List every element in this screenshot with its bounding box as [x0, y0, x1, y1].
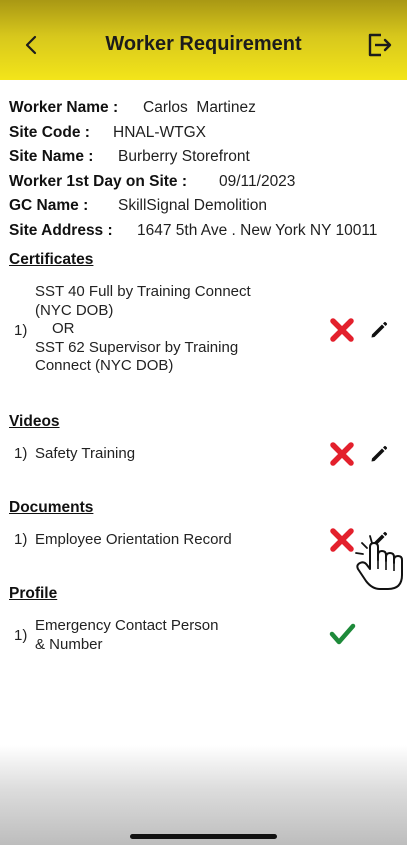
certificate-line-1: SST 40 Full by Training Connect [35, 283, 251, 300]
first-day-row: Worker 1st Day on Site : 09/11/2023 [9, 173, 401, 198]
first-day-value: 09/11/2023 [219, 172, 296, 190]
certificate-line-4: Connect (NYC DOB) [35, 357, 174, 374]
tap-hand-icon [355, 535, 403, 590]
gc-name-label: GC Name : [9, 197, 89, 214]
profile-line-1: Emergency Contact Person [35, 617, 219, 634]
item-number: 1) [14, 627, 28, 644]
first-day-label: Worker 1st Day on Site : [9, 172, 188, 190]
site-address-row: Site Address : 1647 5th Ave . New York NY… [9, 222, 401, 247]
site-name-label: Site Name : [9, 148, 94, 165]
check-icon [329, 623, 356, 645]
gc-name-value: SkillSignal Demolition [118, 197, 268, 214]
videos-heading: Videos [9, 413, 60, 430]
page-title: Worker Requirement [105, 33, 302, 55]
worker-name-label: Worker Name : [9, 99, 119, 116]
documents-heading: Documents [9, 499, 94, 516]
profile-text: Emergency Contact Person & Number [35, 617, 218, 654]
video-item: 1) Safety Training [0, 440, 407, 468]
worker-info: Worker Name : Carlos Martinez Site Code :… [9, 99, 401, 246]
video-label: Safety Training [35, 445, 136, 462]
document-item: 1) Employee Orientation Record [0, 526, 407, 554]
site-name-row: Site Name : Burberry Storefront [9, 148, 401, 173]
app-header: Worker Requirement [0, 0, 407, 80]
x-mark-icon [330, 442, 354, 466]
gc-name-row: GC Name : SkillSignal Demolition [9, 197, 401, 222]
site-address-label: Site Address : [9, 221, 113, 239]
profile-line-2: & Number [35, 635, 103, 653]
site-code-value: HNAL-WTGX [113, 123, 206, 141]
site-code-label: Site Code : [9, 123, 90, 141]
certificates-heading: Certificates [9, 251, 94, 268]
profile-item: 1) Emergency Contact Person & Number [0, 617, 407, 657]
item-number: 1) [14, 445, 28, 462]
pencil-icon[interactable] [369, 320, 389, 340]
worker-name-value: Carlos Martinez [143, 99, 256, 116]
worker-name-row: Worker Name : Carlos Martinez [9, 99, 401, 124]
logout-icon[interactable] [365, 31, 393, 59]
certificate-text: SST 40 Full by Training Connect (NYC DOB… [35, 283, 251, 376]
pencil-icon[interactable] [369, 444, 389, 464]
item-number: 1) [14, 531, 28, 548]
certificate-item: 1) SST 40 Full by Training Connect (NYC … [0, 283, 407, 378]
certificate-or: OR [52, 320, 75, 337]
document-label: Employee Orientation Record [35, 531, 232, 548]
site-name-value: Burberry Storefront [118, 148, 250, 165]
site-address-value: 1647 5th Ave . New York NY 10011 [137, 221, 378, 239]
profile-heading: Profile [9, 585, 58, 602]
bottom-gradient [0, 745, 407, 845]
certificate-line-2: (NYC DOB) [35, 301, 114, 319]
x-mark-icon [330, 318, 354, 342]
item-number: 1) [14, 322, 28, 339]
certificate-line-3: SST 62 Supervisor by Training [35, 338, 239, 356]
home-indicator[interactable] [130, 834, 277, 839]
site-code-row: Site Code : HNAL-WTGX [9, 124, 401, 149]
